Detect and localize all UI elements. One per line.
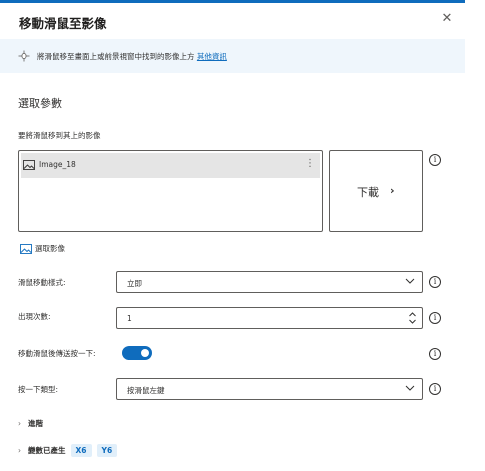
chevron-right-icon: › [18, 419, 21, 428]
variable-badge-x6[interactable]: X6 [70, 444, 92, 457]
send-click-toggle[interactable] [122, 346, 152, 360]
top-accent-bar [0, 0, 465, 3]
click-type-dropdown[interactable]: 按滑鼠左鍵 [116, 378, 423, 400]
send-click-label: 移動滑鼠後傳送按一下: [18, 349, 96, 358]
banner-text: 將滑鼠移至畫面上或前景視窗中找到的影像上方 其他資訊 [37, 51, 227, 62]
variables-expander[interactable]: › 變數已產生 X6 Y6 [18, 444, 118, 457]
chevron-down-icon [405, 278, 415, 284]
occurrence-value: 1 [127, 314, 132, 323]
variables-label: 變數已產生 [28, 446, 66, 455]
move-style-dropdown[interactable]: 立即 [116, 271, 423, 293]
image-list-item[interactable]: Image_18 ⋮ [21, 153, 320, 178]
image-name: Image_18 [39, 160, 76, 169]
move-style-label: 滑鼠移動樣式: [18, 278, 66, 287]
image-field-label: 要將滑鼠移到其上的影像 [18, 131, 101, 140]
occurrence-label: 出現次數: [18, 312, 51, 321]
chevron-down-icon [405, 385, 415, 391]
dialog-title: 移動滑鼠至影像 [19, 16, 107, 31]
info-icon[interactable]: i [429, 348, 441, 360]
click-type-value: 按滑鼠左鍵 [127, 386, 165, 395]
image-icon [23, 160, 35, 170]
move-style-value: 立即 [127, 279, 142, 288]
scrollbar[interactable] [465, 0, 485, 471]
select-image-button[interactable]: 選取影像 [20, 243, 65, 254]
occurrence-stepper[interactable]: 1 [116, 307, 423, 329]
chevron-right-icon: › [18, 446, 21, 455]
banner-description: 將滑鼠移至畫面上或前景視窗中找到的影像上方 [37, 52, 195, 61]
info-icon[interactable]: i [429, 383, 441, 395]
more-options-icon[interactable]: ⋮ [305, 158, 315, 169]
variable-badge-y6[interactable]: Y6 [96, 444, 118, 457]
info-icon[interactable]: i [429, 154, 441, 166]
select-image-label: 選取影像 [35, 244, 65, 253]
advanced-expander[interactable]: › 進階 [18, 418, 43, 429]
download-button[interactable]: 下載 › [329, 150, 423, 232]
mouse-move-icon [18, 50, 30, 62]
close-icon[interactable]: ✕ [440, 12, 454, 26]
more-info-link[interactable]: 其他資訊 [197, 52, 227, 61]
image-icon [20, 244, 32, 254]
click-type-label: 按一下類型: [18, 385, 59, 394]
download-label: 下載 [357, 186, 379, 199]
chevron-right-icon: › [390, 184, 395, 197]
info-icon[interactable]: i [429, 276, 441, 288]
info-banner: 將滑鼠移至畫面上或前景視窗中找到的影像上方 其他資訊 [0, 39, 465, 73]
info-icon[interactable]: i [429, 312, 441, 324]
section-title: 選取參數 [18, 97, 62, 110]
spin-arrows-icon[interactable] [408, 310, 417, 326]
image-list[interactable]: Image_18 ⋮ [18, 150, 323, 232]
toggle-knob [141, 349, 149, 357]
advanced-label: 進階 [28, 419, 43, 428]
